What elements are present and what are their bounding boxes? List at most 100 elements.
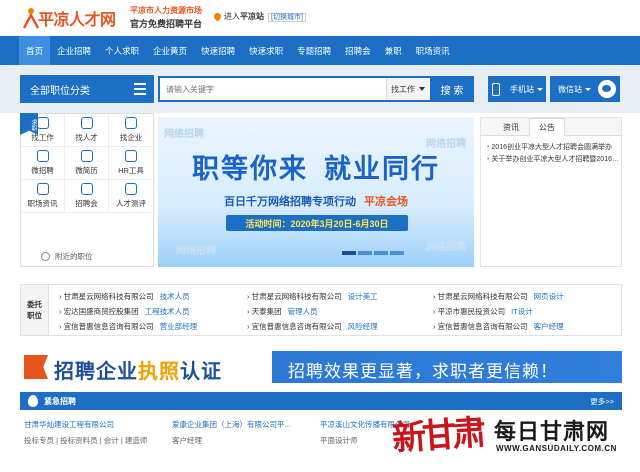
news-icon <box>36 183 49 195</box>
nav-part-time[interactable]: 兼职 <box>378 36 409 65</box>
quick-find-job[interactable]: 找工作 <box>21 114 65 147</box>
urgent-company[interactable]: 爱康企业集团（上海）有限公司平... <box>172 418 312 432</box>
nav-company-recruit[interactable]: 企业招聘 <box>50 36 98 65</box>
featured-job[interactable]: IT设计 <box>511 307 533 316</box>
quick-hr-tools[interactable]: HR工具 <box>109 147 153 180</box>
city-selector[interactable]: 进入平凉站 [切换城市] <box>212 11 306 22</box>
quick-find-talent[interactable]: 找人才 <box>65 114 109 147</box>
main-nav: 首页 企业招聘 个人求职 企业黄页 快速招聘 快速求职 专题招聘 招聘会 兼职 … <box>0 36 640 65</box>
featured-job[interactable]: 风险经理 <box>348 322 378 331</box>
quick-label: 招聘会 <box>75 199 98 208</box>
featured-entry[interactable]: › 甘肃星云网络科技有限公司 技术人员 <box>59 291 190 302</box>
featured-company[interactable]: 甘肃星云网络科技有限公司 <box>64 292 154 301</box>
urgent-recruit-title: 紧急招聘 <box>44 397 76 406</box>
nearby-jobs-label: 附近的职位 <box>55 252 93 261</box>
featured-positions: 委托职位 › 甘肃星云网络科技有限公司 技术人员 › 甘肃星云网络科技有限公司 设计… <box>20 284 622 336</box>
featured-entry[interactable]: › 宜信普惠信息咨询有限公司 客户经理 <box>433 321 564 332</box>
featured-job[interactable]: 技术人员 <box>160 292 190 301</box>
quick-career-news[interactable]: 职场资讯 <box>21 180 65 213</box>
search-doc-icon <box>36 117 49 129</box>
job-category-label: 全部职位分类 <box>30 85 90 97</box>
featured-entry[interactable]: › 宜信普惠信息咨询有限公司 营业部经理 <box>59 321 197 332</box>
toolbox-icon <box>125 150 137 162</box>
quick-label: 找企业 <box>119 133 143 142</box>
calendar-icon <box>80 183 93 195</box>
nearby-jobs-link[interactable]: 附近的职位 <box>41 251 93 262</box>
featured-entry[interactable]: › 甘肃星云网络科技有限公司 网页设计 <box>433 291 564 302</box>
notice-item[interactable]: 2016创业平凉大型人才招聘会圆满举办 <box>487 142 621 154</box>
nav-job-seeking[interactable]: 个人求职 <box>98 36 146 65</box>
featured-job[interactable]: 客户经理 <box>534 322 564 331</box>
carousel-dot[interactable] <box>358 251 372 255</box>
tagline-bottom: 官方免费招聘平台 <box>130 19 203 29</box>
search-type-select[interactable]: 找工作 <box>386 78 430 100</box>
banner-title-right: 就业同行 <box>324 154 440 184</box>
nav-quick-seek[interactable]: 快速求职 <box>242 36 290 65</box>
quick-micro-recruit[interactable]: 微招聘 <box>21 147 65 180</box>
featured-job[interactable]: 营业部经理 <box>160 322 198 331</box>
urgent-jobs: 客户经理 <box>172 436 202 445</box>
switch-city-link[interactable]: [切换城市] <box>268 13 306 22</box>
featured-company[interactable]: 平凉市惠民投资公司 <box>438 307 506 316</box>
fire-icon <box>28 395 38 407</box>
site-header: 平凉人才网 平凉市人力资源市场 官方免费招聘平台 进入平凉站 [切换城市] <box>0 0 640 36</box>
tab-announcements[interactable]: 公告 <box>529 118 565 137</box>
featured-entry[interactable]: › 甘肃星云网络科技有限公司 设计美工 <box>247 291 378 302</box>
quick-find-company[interactable]: 找企业 <box>109 114 153 147</box>
carousel-dot[interactable] <box>374 251 388 255</box>
featured-entry[interactable]: › 天泰集团 管理人员 <box>247 306 318 317</box>
search-box: 找工作 搜 索 <box>158 76 474 102</box>
featured-company[interactable]: 天泰集团 <box>252 307 282 316</box>
license-verification-banner[interactable]: 招聘企业执照认证 招聘效果更显著，求职者更信赖！ <box>20 351 622 383</box>
banner-subtitle: 百日千万网络招聘专项行动 平凉会场 <box>158 193 474 209</box>
quick-micro-resume[interactable]: 微简历 <box>65 147 109 180</box>
carousel-dot[interactable] <box>390 251 404 255</box>
hero-banner[interactable]: 网络招聘 网络招聘 网络招聘 网络招聘 职等你来 就业同行 百日千万网络招聘专项行… <box>158 117 474 267</box>
nav-job-fair[interactable]: 招聘会 <box>338 36 378 65</box>
location-pin-icon <box>212 11 223 22</box>
quick-talent-test[interactable]: 人才测评 <box>109 180 153 213</box>
notice-item[interactable]: 关于举办创业平凉大型人才招聘暨2016年春风行动 <box>487 154 621 166</box>
banner-watermark: 网络招聘 <box>426 242 466 253</box>
wechat-site-button[interactable]: 微信站 <box>550 76 620 102</box>
wechat-site-label: 微信站 <box>558 84 582 94</box>
banner-title-left: 职等你来 <box>192 154 308 184</box>
job-category-button[interactable]: 全部职位分类 <box>20 75 154 103</box>
watermark-url: WWW.GANSUDAILY.COM.CN <box>496 444 617 453</box>
featured-entry[interactable]: › 平凉市惠民投资公司 IT设计 <box>433 306 533 317</box>
auth-banner-title: 招聘企业执照认证 <box>54 355 222 383</box>
nav-home[interactable]: 首页 <box>19 36 51 65</box>
featured-company[interactable]: 宏达国盛商贸控股集团 <box>64 307 139 316</box>
quick-label: 找人才 <box>75 133 98 142</box>
nav-company-directory[interactable]: 企业黄页 <box>146 36 194 65</box>
urgent-job-card[interactable]: 甘肃华灿建设工程有限公司 投标专员 | 投标资料员 | 会计 | 建造师 <box>24 418 164 472</box>
nav-career-news[interactable]: 职场资讯 <box>409 36 457 65</box>
banner-subtitle-text: 百日千万网络招聘专项行动 <box>224 196 356 208</box>
trophy-icon <box>125 117 137 129</box>
featured-job[interactable]: 管理人员 <box>288 307 318 316</box>
mobile-site-button[interactable]: 手机站 <box>488 76 546 102</box>
urgent-job-card[interactable]: 爱康企业集团（上海）有限公司平... 客户经理 <box>172 418 312 472</box>
featured-entry[interactable]: › 宏达国盛商贸控股集团 工程技术人员 <box>59 306 190 317</box>
featured-company[interactable]: 宜信普惠信息咨询有限公司 <box>252 322 342 331</box>
quick-job-fair[interactable]: 招聘会 <box>65 180 109 213</box>
featured-company[interactable]: 宜信普惠信息咨询有限公司 <box>438 322 528 331</box>
logo-text: 平凉人才网 <box>38 12 116 29</box>
quick-label: 人才测评 <box>116 199 146 208</box>
search-button[interactable]: 搜 索 <box>430 78 474 100</box>
urgent-company[interactable]: 甘肃华灿建设工程有限公司 <box>24 418 164 432</box>
featured-company[interactable]: 宜信普惠信息咨询有限公司 <box>64 322 154 331</box>
featured-company[interactable]: 甘肃星云网络科技有限公司 <box>252 292 342 301</box>
featured-entry[interactable]: › 宜信普惠信息咨询有限公司 风险经理 <box>247 321 378 332</box>
search-input[interactable] <box>160 78 384 100</box>
carousel-dot[interactable] <box>342 251 356 255</box>
tab-news[interactable]: 资讯 <box>495 118 527 136</box>
nav-quick-recruit[interactable]: 快速招聘 <box>194 36 242 65</box>
featured-company[interactable]: 甘肃星云网络科技有限公司 <box>438 292 528 301</box>
tagline-top: 平凉市人力资源市场 <box>130 6 202 15</box>
nav-special-recruit[interactable]: 专题招聘 <box>290 36 338 65</box>
featured-job[interactable]: 工程技术人员 <box>145 307 190 316</box>
site-logo[interactable]: 平凉人才网 <box>22 4 128 32</box>
featured-job[interactable]: 设计美工 <box>348 292 378 301</box>
featured-job[interactable]: 网页设计 <box>534 292 564 301</box>
